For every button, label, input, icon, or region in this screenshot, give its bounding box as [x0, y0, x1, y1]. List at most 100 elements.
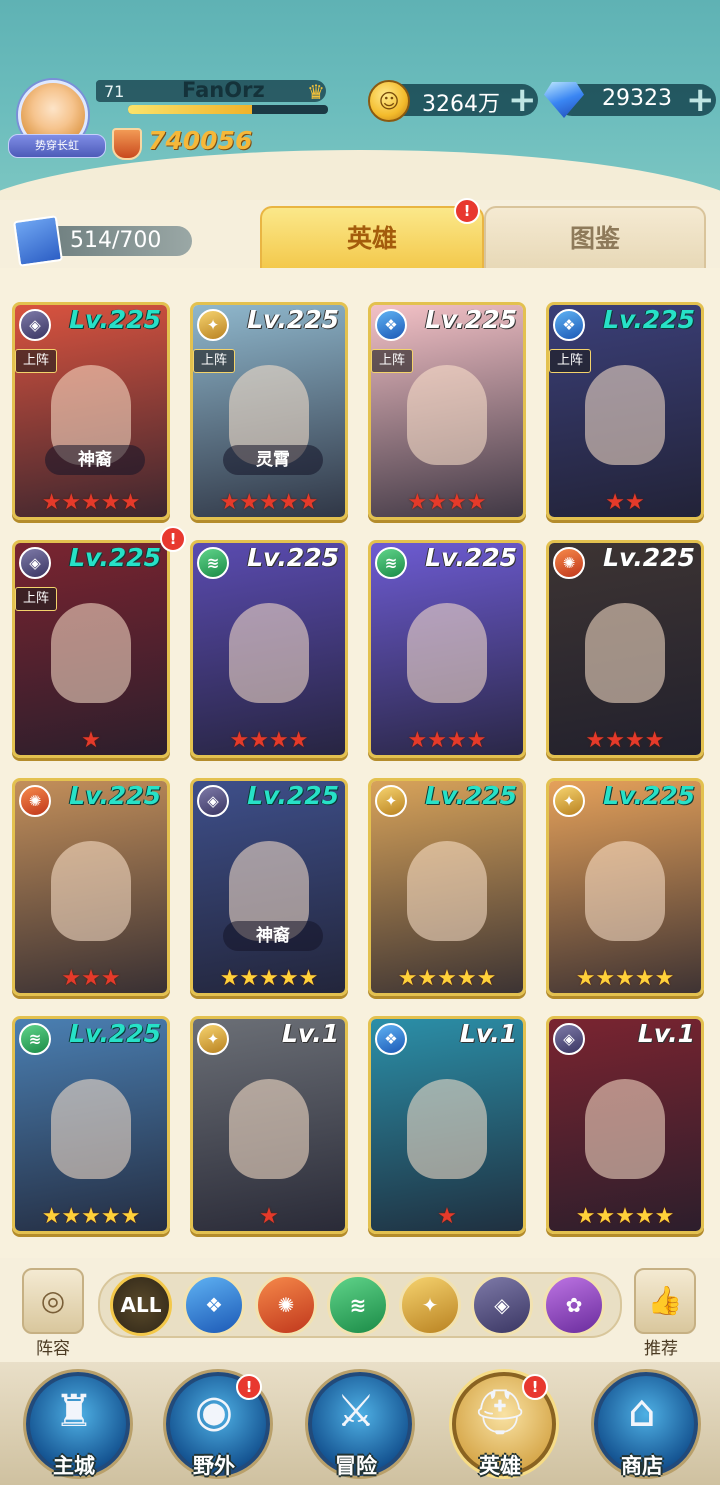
- hero-level: Lv.225: [247, 543, 339, 572]
- hero-stars: ★★★★★: [575, 966, 675, 991]
- hero-stars: ★★★★: [407, 490, 487, 515]
- hero-grid: ◈ Lv.225 上阵 神裔 ★★★★★ ✦ Lv.225 上阵 灵霄 ★★★★★ ❖ Lv.225 上…: [0, 268, 720, 1258]
- hero-level: Lv.225: [69, 1019, 161, 1048]
- tab-heroes[interactable]: 英雄: [260, 206, 484, 270]
- hero-card[interactable]: ✦ Lv.225 ★★★★★: [546, 778, 704, 996]
- nav-item-4[interactable]: ⌂ 商店: [582, 1368, 702, 1485]
- light-faction-icon: ✦: [197, 1023, 229, 1055]
- add-gem-plus-icon[interactable]: +: [686, 80, 715, 120]
- hero-figure: [51, 841, 131, 941]
- hero-rank-tag: 灵霄: [223, 445, 323, 475]
- hero-level: Lv.225: [603, 781, 695, 810]
- hero-card[interactable]: ≋ Lv.225 ★★★★: [190, 540, 348, 758]
- nav-label: 野外: [193, 1454, 235, 1478]
- hero-stars: ★★★: [61, 966, 121, 991]
- hero-figure: [407, 841, 487, 941]
- hero-level: Lv.225: [247, 781, 339, 810]
- gold-coin-icon: ☺: [368, 80, 410, 122]
- hero-alert-badge: !: [160, 526, 186, 552]
- hero-count: 514/700: [70, 228, 162, 253]
- hero-stars: ★: [81, 728, 101, 753]
- hero-card[interactable]: ≋ Lv.225 ★★★★: [368, 540, 526, 758]
- deployed-tag: 上阵: [371, 349, 413, 373]
- hero-card[interactable]: ✦ Lv.225 上阵 灵霄 ★★★★★: [190, 302, 348, 520]
- hero-stars: ★: [259, 1204, 279, 1229]
- hero-card[interactable]: ✦ Lv.1 ★: [190, 1016, 348, 1234]
- player-avatar[interactable]: 势穿长虹: [8, 78, 106, 164]
- nav-item-0[interactable]: ♜ 主城: [14, 1368, 134, 1485]
- deployed-tag: 上阵: [193, 349, 235, 373]
- hero-level: Lv.225: [69, 781, 161, 810]
- combat-power: 740056: [148, 126, 253, 155]
- water-faction-icon: ❖: [375, 1023, 407, 1055]
- avatar-title: 势穿长虹: [8, 134, 106, 158]
- hero-figure: [229, 1079, 309, 1179]
- nav-item-1[interactable]: ◉ 野外!: [154, 1368, 274, 1485]
- void-faction-icon: ◈: [19, 309, 51, 341]
- nav-label: 冒险: [335, 1454, 377, 1478]
- hero-card[interactable]: ≋ Lv.225 ★★★★★: [12, 1016, 170, 1234]
- filter-fire-button[interactable]: ✺: [255, 1274, 317, 1336]
- filter-light-button[interactable]: ✦: [399, 1274, 461, 1336]
- wind-faction-icon: ≋: [197, 547, 229, 579]
- hero-card[interactable]: ✺ Lv.225 ★★★: [12, 778, 170, 996]
- fire-faction-icon: ✺: [19, 785, 51, 817]
- hero-stars: ★★★★★: [41, 1204, 141, 1229]
- hero-cards-icon: [13, 215, 63, 267]
- hero-stars: ★★★★★: [575, 1204, 675, 1229]
- recommend-button[interactable]: 👍: [634, 1268, 696, 1334]
- hero-figure: [51, 1079, 131, 1179]
- crown-icon[interactable]: ♛: [307, 80, 325, 104]
- hero-figure: [229, 603, 309, 703]
- nav-icon: ♜: [54, 1386, 94, 1437]
- hero-rank-tag: 神裔: [223, 921, 323, 951]
- hero-card[interactable]: ❖ Lv.225 上阵 ★★: [546, 302, 704, 520]
- power-shield-icon: [112, 128, 142, 160]
- hero-card[interactable]: ◈ Lv.225 神裔 ★★★★★: [190, 778, 348, 996]
- hero-figure: [407, 365, 487, 465]
- hero-level: Lv.225: [69, 305, 161, 334]
- filter-void-button[interactable]: ◈: [471, 1274, 533, 1336]
- faction-filter-bar: ◎ 阵容 ALL ❖ ✺ ≋ ✦ ◈ ✿ 👍 推荐: [0, 1262, 720, 1362]
- deployed-tag: 上阵: [15, 587, 57, 611]
- hero-card[interactable]: ❖ Lv.225 上阵 ★★★★: [368, 302, 526, 520]
- nav-alert-badge: !: [236, 1374, 262, 1400]
- hero-card[interactable]: ◈ Lv.225 上阵 ★: [12, 540, 170, 758]
- nav-item-3[interactable]: ⛑ 英雄!: [440, 1368, 560, 1485]
- hero-stars: ★★★★★: [219, 966, 319, 991]
- tab-codex[interactable]: 图鉴: [484, 206, 706, 270]
- nav-icon: ⌂: [628, 1386, 656, 1437]
- hero-level: Lv.225: [425, 543, 517, 572]
- filter-dark-button[interactable]: ✿: [543, 1274, 605, 1336]
- hero-stars: ★★★★★: [41, 490, 141, 515]
- hero-card[interactable]: ❖ Lv.1 ★: [368, 1016, 526, 1234]
- hero-stars: ★★★★★: [219, 490, 319, 515]
- nav-label: 英雄: [479, 1454, 521, 1478]
- lineup-button[interactable]: ◎: [22, 1268, 84, 1334]
- lineup-label: 阵容: [36, 1339, 70, 1359]
- hero-level: Lv.225: [425, 781, 517, 810]
- exp-fill: [128, 105, 252, 114]
- nav-item-2[interactable]: ⚔ 冒险: [296, 1368, 416, 1485]
- hero-rank-tag: 神裔: [45, 445, 145, 475]
- void-faction-icon: ◈: [553, 1023, 585, 1055]
- filter-water-button[interactable]: ❖: [183, 1274, 245, 1336]
- gold-amount: 3264万: [422, 92, 500, 117]
- filter-all-button[interactable]: ALL: [110, 1274, 172, 1336]
- water-faction-icon: ❖: [553, 309, 585, 341]
- hero-stars: ★★: [605, 490, 645, 515]
- hero-figure: [585, 365, 665, 465]
- add-gold-plus-icon[interactable]: +: [508, 80, 537, 120]
- hero-card[interactable]: ◈ Lv.1 ★★★★★: [546, 1016, 704, 1234]
- filter-wind-button[interactable]: ≋: [327, 1274, 389, 1336]
- heroes-tab-alert-badge: !: [454, 198, 480, 224]
- hero-card[interactable]: ✺ Lv.225 ★★★★: [546, 540, 704, 758]
- hero-card[interactable]: ◈ Lv.225 上阵 神裔 ★★★★★: [12, 302, 170, 520]
- wind-faction-icon: ≋: [375, 547, 407, 579]
- hero-level: Lv.225: [603, 543, 695, 572]
- bottom-nav: ♜ 主城 ◉ 野外! ⚔ 冒险 ⛑ 英雄! ⌂ 商店: [0, 1362, 720, 1485]
- void-faction-icon: ◈: [19, 547, 51, 579]
- hero-card[interactable]: ✦ Lv.225 ★★★★★: [368, 778, 526, 996]
- hero-stars: ★★★★: [585, 728, 665, 753]
- hero-figure: [585, 603, 665, 703]
